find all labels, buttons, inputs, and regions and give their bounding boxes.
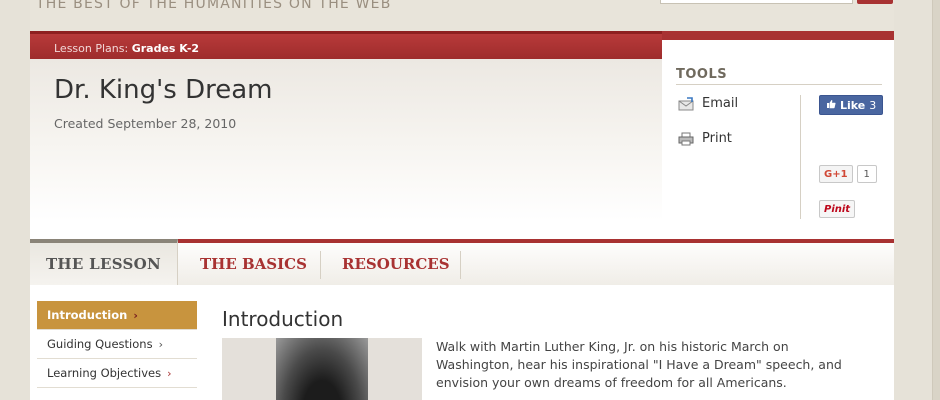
sidenav-item-label: Learning Objectives	[47, 366, 162, 380]
tab-the-basics[interactable]: THE BASICS	[200, 243, 307, 285]
sidenav-item-label: Introduction	[47, 308, 128, 322]
google-plus-widget: G+1 1	[819, 165, 877, 183]
thumbs-up-icon	[826, 99, 836, 112]
tab-separator	[460, 251, 461, 279]
lesson-tabs: THE LESSON THE BASICS RESOURCES	[30, 239, 894, 285]
google-plus-button[interactable]: G+1	[819, 165, 853, 183]
sidenav-item-guiding-questions[interactable]: Guiding Questions ›	[37, 330, 197, 359]
breadcrumb-bar: Lesson Plans: Grades K-2	[30, 31, 662, 59]
scrollbar[interactable]	[932, 0, 940, 400]
lesson-image	[222, 338, 422, 400]
breadcrumb-current[interactable]: Grades K-2	[132, 42, 199, 55]
search-input[interactable]	[660, 0, 853, 4]
breadcrumb-prefix[interactable]: Lesson Plans:	[54, 42, 128, 55]
chevron-right-icon: ›	[133, 308, 138, 322]
tools-top-bar	[662, 31, 894, 40]
tab-the-lesson-label: THE LESSON	[45, 255, 162, 273]
tools-panel: TOOLS Email Print Like 3 G+1 1 Pinit	[662, 40, 894, 221]
share-buttons: Like 3 G+1 1 Pinit	[692, 40, 894, 221]
page-margin-left	[0, 0, 30, 400]
lesson-sidenav: Introduction › Guiding Questions › Learn…	[37, 301, 197, 388]
created-date: Created September 28, 2010	[54, 116, 237, 131]
tab-separator	[320, 251, 321, 279]
breadcrumb: Lesson Plans: Grades K-2	[54, 42, 199, 55]
facebook-like-label: Like	[840, 98, 866, 112]
search-button[interactable]	[857, 0, 893, 4]
main-content: Lesson Plans: Grades K-2 Dr. King's Drea…	[30, 31, 894, 400]
facebook-like-count: 3	[869, 98, 877, 112]
page-title: Dr. King's Dream	[54, 75, 273, 105]
google-plus-count: 1	[856, 165, 877, 183]
section-heading: Introduction	[222, 307, 344, 331]
tab-resources[interactable]: RESOURCES	[342, 243, 450, 285]
chevron-right-icon: ›	[167, 366, 172, 380]
site-tagline: THE BEST OF THE HUMANITIES ON THE WEB	[36, 0, 392, 12]
sidenav-item-learning-objectives[interactable]: Learning Objectives ›	[37, 359, 197, 388]
sidenav-item-label: Guiding Questions	[47, 337, 153, 351]
page-header: Dr. King's Dream Created September 28, 2…	[30, 59, 662, 221]
pinterest-button[interactable]: Pinit	[819, 200, 856, 218]
tab-the-lesson[interactable]: THE LESSON	[30, 239, 178, 285]
chevron-right-icon: ›	[158, 337, 163, 351]
portrait-photo	[276, 338, 368, 400]
sidenav-item-introduction[interactable]: Introduction ›	[37, 301, 197, 330]
facebook-like-button[interactable]: Like 3	[819, 95, 884, 115]
intro-paragraph: Walk with Martin Luther King, Jr. on his…	[436, 339, 842, 390]
